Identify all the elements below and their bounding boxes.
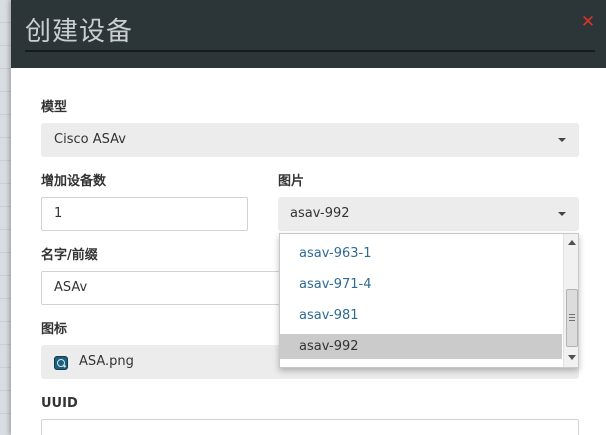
image-select-value: asav-992 xyxy=(290,206,350,221)
grip-line xyxy=(569,317,575,318)
image-select[interactable]: asav-992 xyxy=(278,197,579,231)
name-prefix-label: 名字/前缀 xyxy=(41,248,98,263)
title-divider xyxy=(25,50,595,52)
router-icon xyxy=(54,356,68,370)
dropdown-scrollbar[interactable] xyxy=(563,234,578,367)
grip-line xyxy=(569,314,575,315)
chevron-down-icon xyxy=(558,212,566,216)
dialog-title: 创建设备 xyxy=(25,17,134,47)
device-count-value: 1 xyxy=(54,206,63,221)
image-option[interactable]: asav-971-4 xyxy=(280,272,562,297)
device-count-label: 增加设备数 xyxy=(41,174,107,189)
image-dropdown-list: asav-963-1 asav-971-4 asav-981 asav-992 xyxy=(279,233,579,368)
create-device-dialog: 创建设备 ✕ 模型 Cisco ASAv 增加设备数 1 图片 asav-992… xyxy=(11,0,606,435)
image-label: 图片 xyxy=(278,174,305,189)
model-select-value: Cisco ASAv xyxy=(54,132,126,147)
model-label: 模型 xyxy=(41,100,68,115)
model-select[interactable]: Cisco ASAv xyxy=(41,123,579,157)
uuid-input[interactable] xyxy=(41,419,579,435)
scroll-down-icon[interactable] xyxy=(568,355,576,360)
grip-line xyxy=(569,320,575,321)
image-option-selected[interactable]: asav-992 xyxy=(280,334,562,359)
image-option[interactable]: asav-981 xyxy=(280,303,562,328)
name-prefix-value: ASAv xyxy=(54,280,88,295)
scrollbar-thumb[interactable] xyxy=(566,289,578,347)
uuid-label: UUID xyxy=(41,396,78,411)
chevron-down-icon xyxy=(558,138,566,142)
scroll-up-icon[interactable] xyxy=(568,240,576,245)
dialog-header: 创建设备 ✕ xyxy=(11,0,606,68)
close-icon[interactable]: ✕ xyxy=(580,13,596,31)
image-option[interactable]: asav-963-1 xyxy=(280,241,562,266)
device-count-input[interactable]: 1 xyxy=(41,197,248,231)
icon-label: 图标 xyxy=(41,322,68,337)
icon-select-value: ASA.png xyxy=(79,354,134,369)
